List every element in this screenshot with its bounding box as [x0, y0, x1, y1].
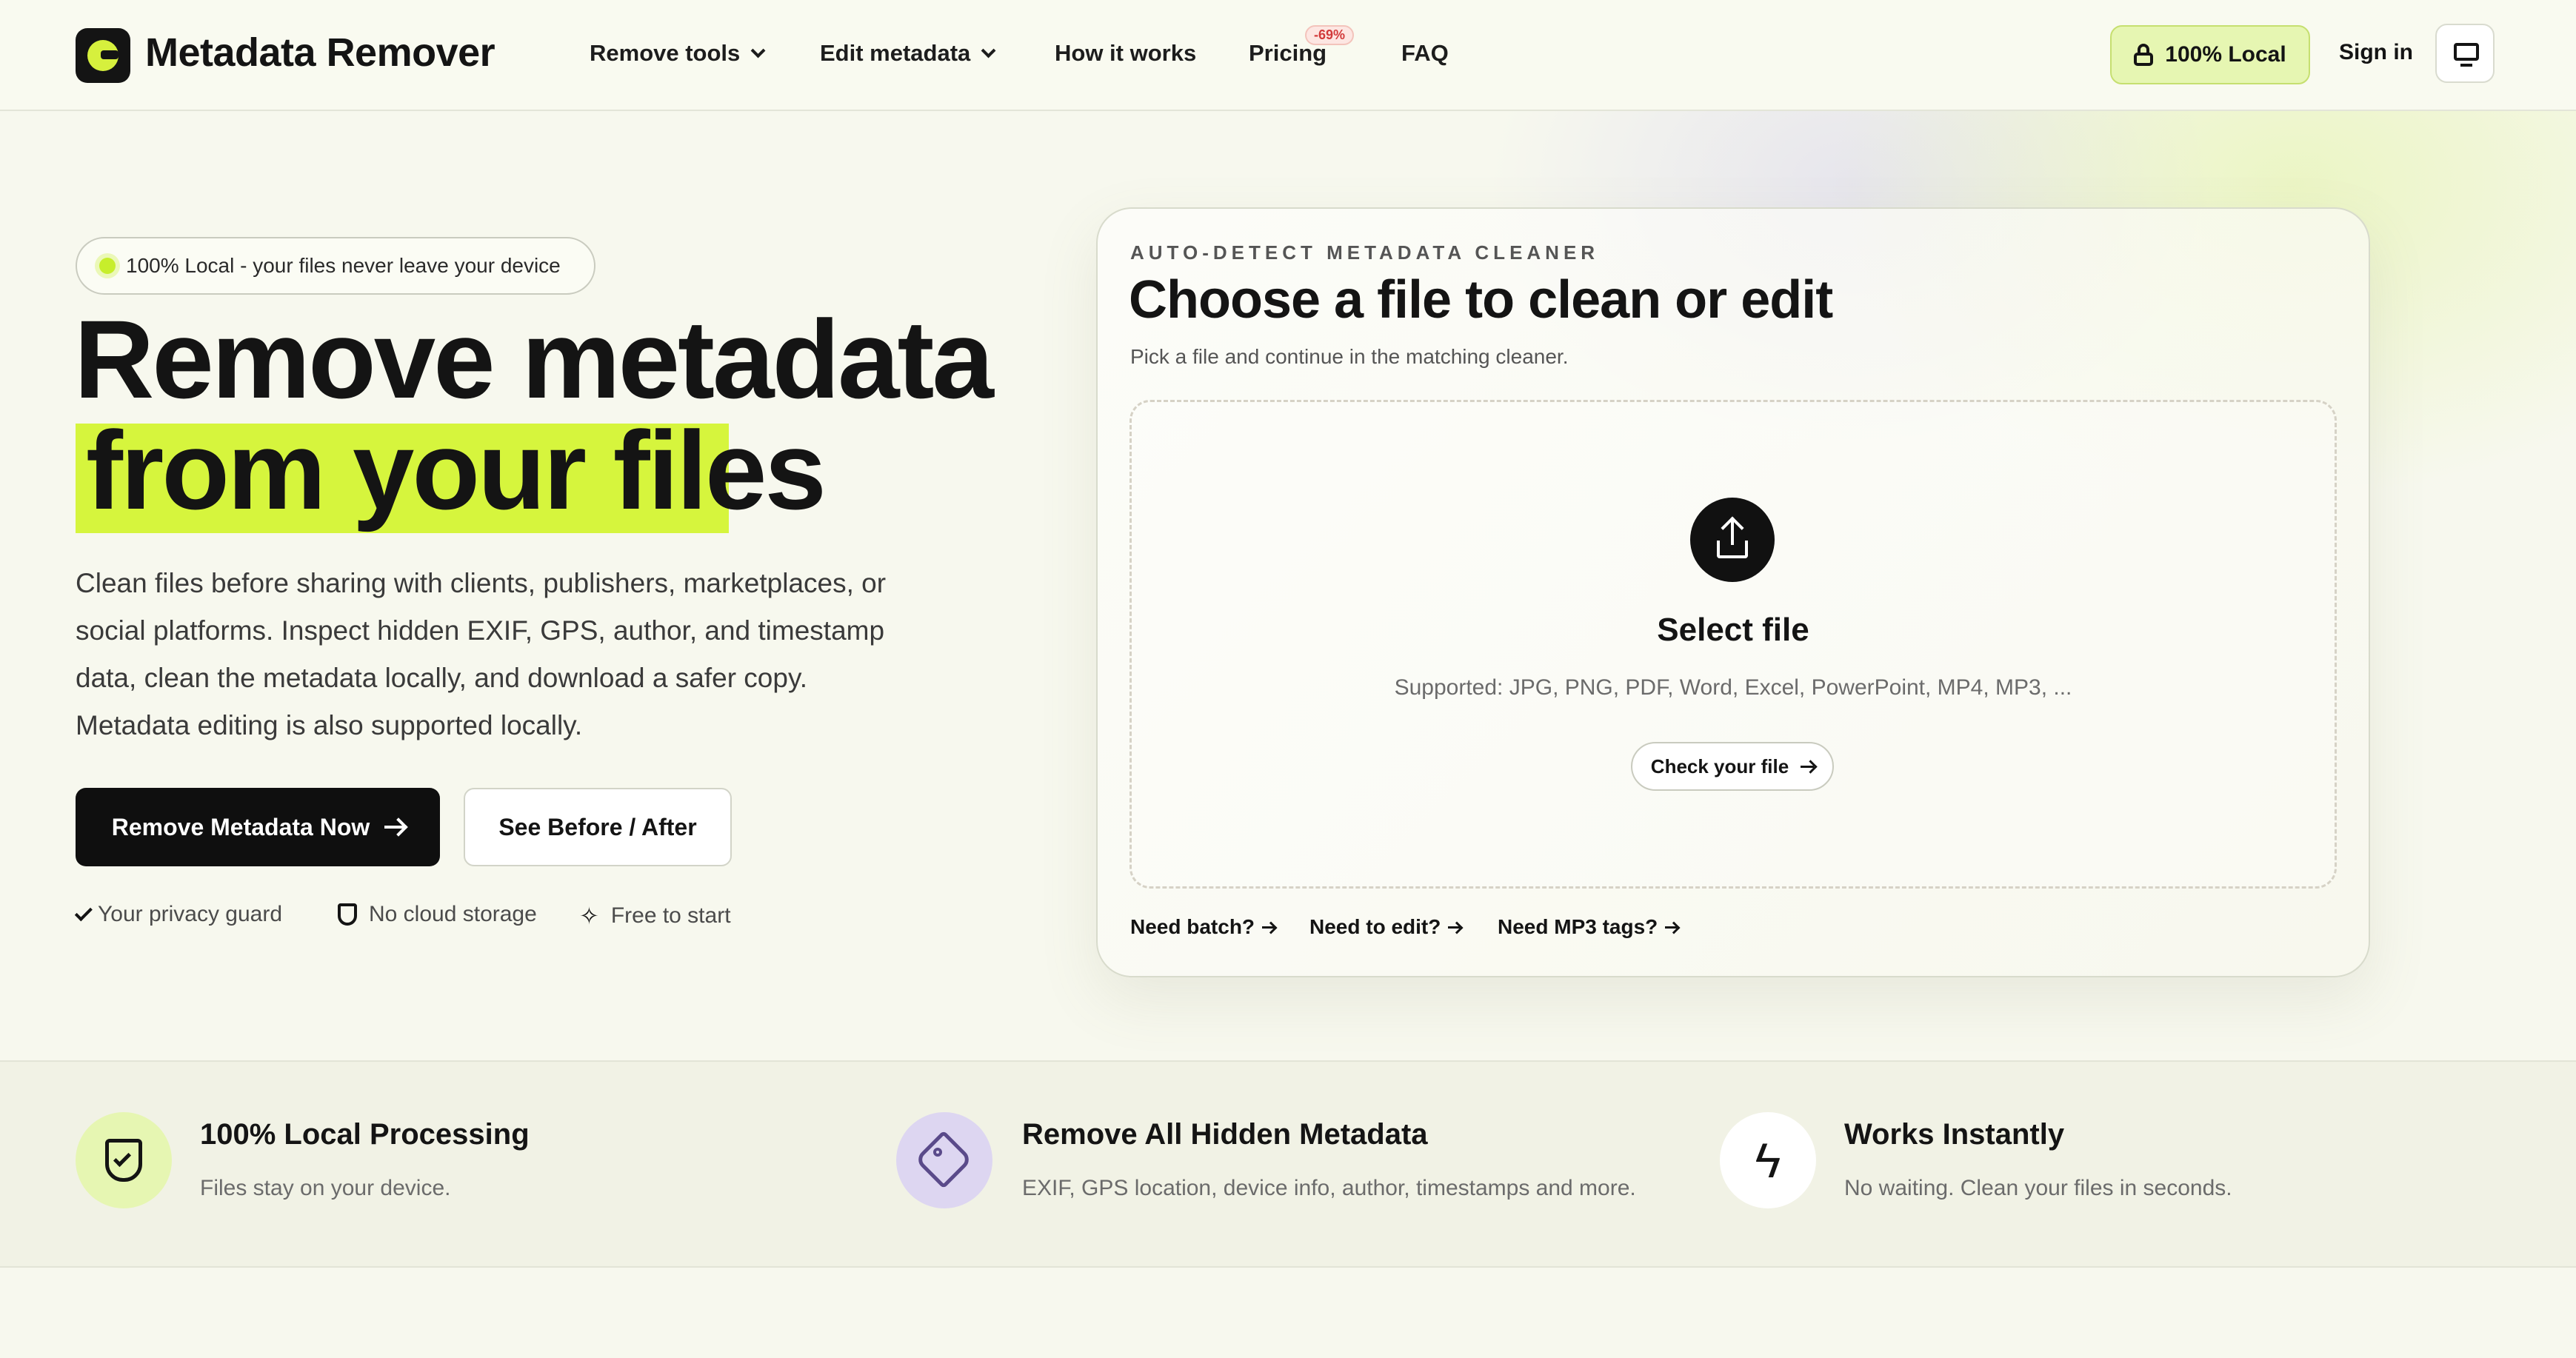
- remove-metadata-button[interactable]: Remove Metadata Now: [76, 788, 440, 866]
- trust-no-cloud: No cloud storage: [338, 902, 537, 927]
- feature-desc-instant: No waiting. Clean your files in seconds.: [1844, 1176, 2232, 1200]
- shield-check-icon: [76, 1112, 172, 1208]
- need-mp3-link[interactable]: Need MP3 tags?: [1498, 915, 1678, 939]
- trust-free-label: Free to start: [610, 903, 731, 928]
- lock-icon: [2134, 44, 2154, 66]
- nav-how-it-works[interactable]: How it works: [1055, 40, 1196, 67]
- card-title: Choose a file to clean or edit: [1129, 270, 1833, 330]
- upload-icon[interactable]: [1690, 498, 1775, 582]
- hero-description: Clean files before sharing with clients,…: [76, 568, 887, 740]
- arrow-right-icon: [1665, 926, 1678, 929]
- select-file-label[interactable]: Select file: [1129, 612, 2337, 649]
- page: Metadata Remover Remove tools Edit metad…: [0, 0, 2576, 1358]
- arrow-right-icon: [1448, 926, 1461, 929]
- sparkle-icon: ✧: [579, 903, 599, 929]
- arrow-right-icon: [1801, 765, 1815, 768]
- local-badge-text: 100% Local - your files never leave your…: [126, 254, 561, 277]
- nav-edit-metadata[interactable]: Edit metadata: [820, 40, 996, 67]
- chevron-down-icon: [750, 43, 766, 58]
- feature-desc-metadata: EXIF, GPS location, device info, author,…: [1022, 1176, 1636, 1200]
- feature-title-metadata: Remove All Hidden Metadata: [1022, 1118, 1428, 1151]
- need-edit-label: Need to edit?: [1309, 915, 1441, 938]
- trust-free: ✧ Free to start: [579, 902, 731, 930]
- nav-remove-tools-label: Remove tools: [590, 40, 741, 66]
- need-edit-link[interactable]: Need to edit?: [1309, 915, 1461, 939]
- hero-title-line1: Remove metadata: [74, 297, 994, 421]
- shield-icon: [338, 903, 357, 926]
- local-mode-label: 100% Local: [2165, 42, 2286, 67]
- logo-icon[interactable]: [76, 28, 130, 83]
- nav-how-it-works-label: How it works: [1055, 40, 1197, 66]
- local-mode-button[interactable]: 100% Local: [2110, 25, 2310, 84]
- before-after-label: See Before / After: [498, 813, 697, 840]
- before-after-button[interactable]: See Before / After: [464, 788, 732, 866]
- check-file-button[interactable]: Check your file: [1631, 742, 1834, 791]
- chevron-down-icon: [981, 43, 996, 58]
- trust-privacy-label: Your privacy guard: [98, 902, 283, 926]
- brand-name[interactable]: Metadata Remover: [145, 30, 495, 76]
- card-eyebrow: AUTO-DETECT METADATA CLEANER: [1130, 241, 1600, 264]
- trust-no-cloud-label: No cloud storage: [369, 902, 537, 926]
- theme-toggle-button[interactable]: [2435, 24, 2495, 83]
- need-batch-label: Need batch?: [1130, 915, 1255, 938]
- monitor-icon: [2454, 43, 2479, 61]
- nav-faq[interactable]: FAQ: [1401, 40, 1449, 67]
- card-subtitle: Pick a file and continue in the matching…: [1130, 345, 1569, 368]
- nav-faq-label: FAQ: [1401, 40, 1449, 66]
- local-badge: 100% Local - your files never leave your…: [76, 237, 595, 295]
- features-strip: [0, 1060, 2576, 1268]
- need-batch-link[interactable]: Need batch?: [1130, 915, 1275, 939]
- feature-title-local: 100% Local Processing: [200, 1118, 530, 1151]
- remove-metadata-label: Remove Metadata Now: [111, 813, 370, 840]
- hero-title-line2: from your files: [86, 408, 827, 532]
- bolt-icon: ϟ: [1720, 1112, 1816, 1208]
- nav-remove-tools[interactable]: Remove tools: [590, 40, 766, 67]
- check-file-label: Check your file: [1650, 755, 1789, 777]
- arrow-right-icon: [1262, 926, 1275, 929]
- supported-formats: Supported: JPG, PNG, PDF, Word, Excel, P…: [1394, 675, 2072, 700]
- feature-desc-local: Files stay on your device.: [200, 1176, 451, 1200]
- nav-edit-metadata-label: Edit metadata: [820, 40, 971, 66]
- arrow-right-icon: [384, 826, 404, 829]
- feature-title-instant: Works Instantly: [1844, 1118, 2065, 1151]
- check-icon: [74, 903, 93, 922]
- status-dot-icon: [99, 258, 116, 274]
- pricing-discount-badge: -69%: [1305, 25, 1355, 45]
- sign-in-link[interactable]: Sign in: [2339, 40, 2413, 65]
- tag-icon: [896, 1112, 992, 1208]
- need-mp3-label: Need MP3 tags?: [1498, 915, 1658, 938]
- top-nav: Metadata Remover Remove tools Edit metad…: [0, 0, 2576, 111]
- trust-privacy: Your privacy guard: [74, 902, 283, 927]
